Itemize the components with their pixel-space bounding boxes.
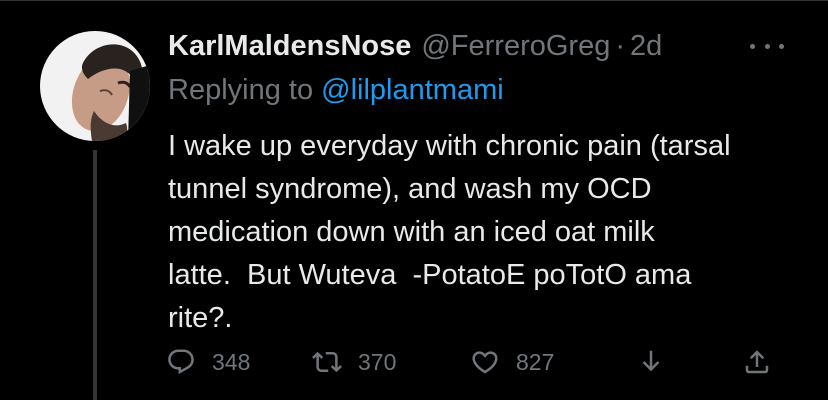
- user-handle[interactable]: @FerreroGreg: [421, 30, 610, 63]
- replying-to-mention[interactable]: @lilplantmami: [321, 74, 504, 106]
- retweet-icon: [312, 351, 342, 373]
- retweet-button[interactable]: 370: [312, 343, 396, 381]
- tweet-text: I wake up everyday with chronic pain (ta…: [168, 130, 731, 334]
- reply-button[interactable]: 348: [166, 343, 250, 381]
- top-divider: [0, 0, 828, 1]
- display-name[interactable]: KarlMaldensNose: [168, 30, 411, 63]
- like-button[interactable]: 827: [470, 343, 554, 381]
- avatar-image: [40, 31, 150, 141]
- download-icon: [642, 350, 660, 372]
- separator-dot: ·: [615, 29, 626, 62]
- like-count: 827: [516, 348, 555, 375]
- replying-to-label: Replying to: [168, 74, 322, 106]
- tweet[interactable]: KarlMaldensNose @FerreroGreg · 2d Replyi…: [0, 0, 828, 400]
- more-horizontal-icon[interactable]: [750, 34, 784, 58]
- tweet-header: KarlMaldensNose @FerreroGreg · 2d: [168, 26, 662, 66]
- thread-line: [93, 150, 97, 400]
- share-icon: [745, 350, 769, 374]
- avatar[interactable]: [40, 31, 150, 141]
- timestamp[interactable]: 2d: [630, 30, 662, 63]
- retweet-count: 370: [358, 348, 397, 375]
- action-bar: 348 370 827: [166, 343, 786, 381]
- download-button[interactable]: [636, 343, 666, 381]
- share-button[interactable]: [742, 343, 772, 381]
- reply-icon: [168, 349, 194, 375]
- reply-count: 348: [212, 348, 251, 375]
- heart-icon: [472, 351, 498, 374]
- replying-to: Replying to @lilplantmami: [168, 74, 504, 107]
